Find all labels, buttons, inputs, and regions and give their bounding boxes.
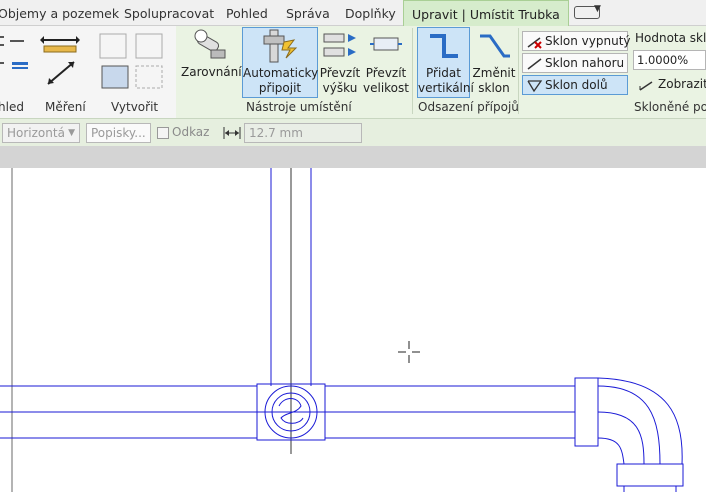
inherit-elevation-icon xyxy=(323,33,356,57)
tab-massing-site[interactable]: Objemy a pozemek xyxy=(0,0,119,25)
slope-down-icon xyxy=(527,80,543,93)
tab-addins[interactable]: Doplňky xyxy=(345,0,396,25)
auto-connect-label: Automaticky připojit xyxy=(243,66,319,95)
length-icon xyxy=(223,127,241,139)
crosshair-cursor-icon xyxy=(398,341,420,363)
show-button[interactable]: Zobrazit xyxy=(638,76,706,94)
create-icon[interactable] xyxy=(96,28,170,92)
panel-view-label: hled xyxy=(0,100,24,114)
tab-collaborate[interactable]: Spolupracovat xyxy=(124,0,214,25)
panel-divider xyxy=(412,28,413,114)
slope-off-button[interactable]: Sklon vypnutý xyxy=(522,31,631,51)
inherit-size-label: Převzít velikost xyxy=(363,66,409,95)
panel-measure-label: Měření xyxy=(45,100,86,114)
leader-label: Odkaz xyxy=(172,125,210,139)
elbow-fitting[interactable] xyxy=(597,385,661,465)
change-slope-label: Změnit sklon xyxy=(472,66,516,95)
inherit-size-button[interactable]: Převzít velikost xyxy=(362,28,410,98)
chevron-down-icon[interactable]: ▼ xyxy=(594,4,601,14)
ribbon: hled Měření Vytvořit Zarovnání Automatic… xyxy=(0,26,706,118)
inherit-size-icon xyxy=(370,37,402,51)
auto-connect-button[interactable]: Automaticky připojit xyxy=(242,27,318,98)
slope-up-button[interactable]: Sklon nahoru xyxy=(522,53,628,73)
ribbon-tab-bar: Objemy a pozemek Spolupracovat Pohled Sp… xyxy=(0,0,706,26)
align-button[interactable]: Zarovnání xyxy=(181,28,242,98)
view-tools-icon[interactable] xyxy=(0,30,36,90)
tag-field[interactable]: Popisky... xyxy=(86,123,151,143)
elbow-fitting[interactable] xyxy=(597,437,625,465)
leader-checkbox[interactable] xyxy=(157,127,169,139)
inherit-elevation-button[interactable]: Převzít výšku xyxy=(319,28,361,98)
justification-select[interactable]: Horizontá ▼ xyxy=(2,123,80,143)
slope-off-icon xyxy=(527,37,542,49)
tab-manage[interactable]: Správa xyxy=(286,0,330,25)
length-field[interactable]: 12.7 mm xyxy=(244,123,362,143)
panel-placement-tools-label: Nástroje umístění xyxy=(246,100,352,114)
slope-value-label: Hodnota sklo xyxy=(635,31,706,45)
tab-modify-place-pipe[interactable]: Upravit | Umístit Trubka xyxy=(403,0,569,26)
add-vertical-label: Přidat vertikální xyxy=(418,66,474,95)
tab-view[interactable]: Pohled xyxy=(226,0,268,25)
add-vertical-icon xyxy=(429,34,458,58)
elbow-fitting[interactable] xyxy=(597,377,683,465)
show-icon xyxy=(639,81,653,91)
chevron-down-icon: ▼ xyxy=(68,128,75,138)
add-vertical-button[interactable]: Přidat vertikální xyxy=(417,27,474,98)
tag-field-text: Popisky... xyxy=(91,126,146,140)
slope-value: 1.0000% xyxy=(637,53,689,67)
align-icon xyxy=(194,29,226,59)
options-bar: Horizontá ▼ Popisky... Odkaz 12.7 mm xyxy=(0,118,706,147)
slope-value-field[interactable]: 1.0000% xyxy=(633,50,706,70)
panel-divider xyxy=(518,28,519,114)
view-header-strip xyxy=(0,146,706,168)
panel-sloped-pipe-label: Skloněné pot xyxy=(634,100,706,114)
auto-connect-icon xyxy=(263,29,298,63)
justification-value: Horizontá xyxy=(7,126,65,140)
panel-offset-connections-label: Odsazení přípojů xyxy=(418,100,519,114)
slope-down-label: Sklon dolů xyxy=(545,78,608,92)
change-slope-button[interactable]: Změnit sklon xyxy=(472,28,516,98)
elbow-coupling[interactable] xyxy=(616,463,684,487)
measure-icon[interactable] xyxy=(40,34,82,96)
align-label: Zarovnání xyxy=(181,65,242,79)
inherit-elevation-label: Převzít výšku xyxy=(319,66,361,95)
show-label: Zobrazit xyxy=(658,77,706,91)
slope-up-label: Sklon nahoru xyxy=(545,56,625,70)
slope-down-button[interactable]: Sklon dolů xyxy=(522,75,628,95)
change-slope-icon xyxy=(480,34,510,58)
slope-off-label: Sklon vypnutý xyxy=(545,34,631,48)
length-value: 12.7 mm xyxy=(249,126,303,140)
elbow-coupling[interactable] xyxy=(574,377,599,447)
slope-up-icon xyxy=(527,58,542,70)
drawing-canvas[interactable] xyxy=(0,168,706,492)
panel-create-label: Vytvořit xyxy=(111,100,159,114)
